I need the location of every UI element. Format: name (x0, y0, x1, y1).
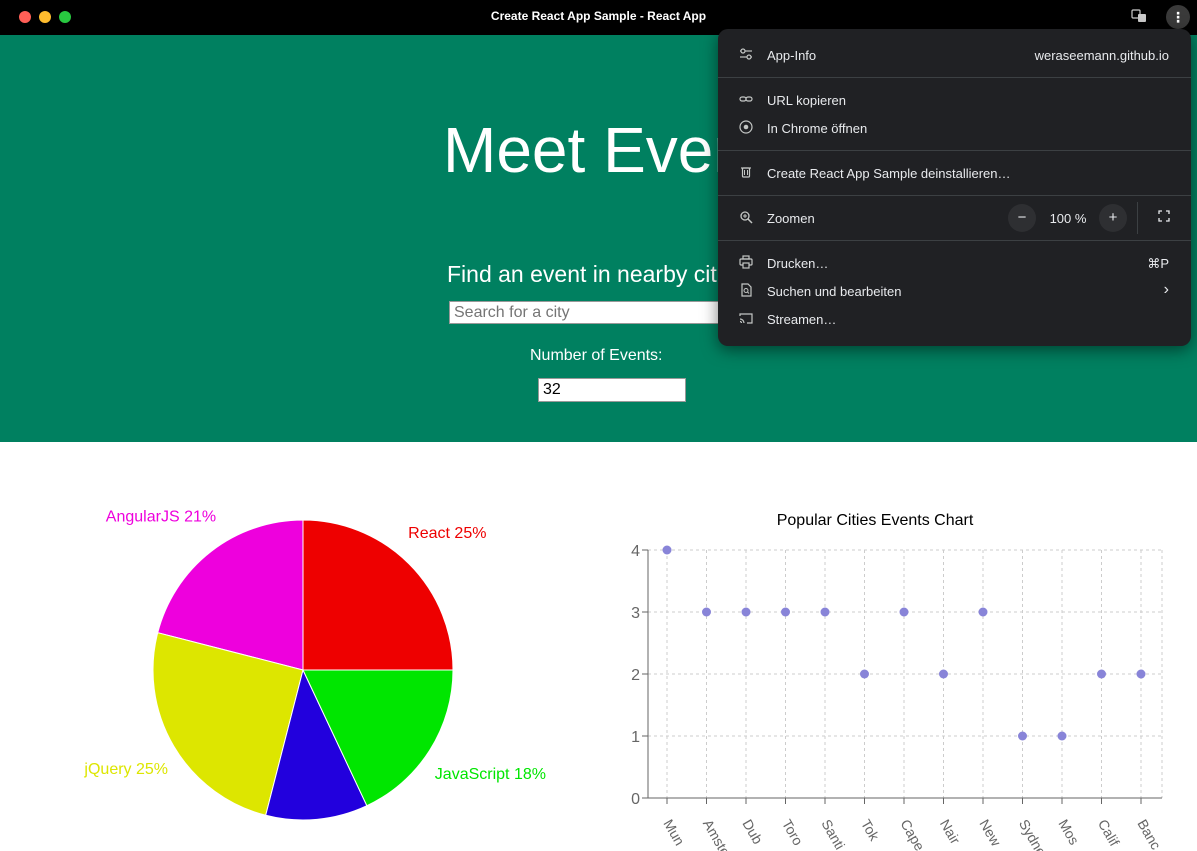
menu-item-zoom: Zoomen − 100 % + (718, 202, 1191, 234)
zoom-level: 100 % (1049, 211, 1087, 226)
x-tick-label: Calif (1095, 817, 1123, 849)
menu-item-print[interactable]: Drucken… ⌘P (718, 249, 1191, 277)
chevron-right-icon: › (1163, 281, 1169, 298)
menu-label: App-Info (767, 48, 817, 63)
scatter-point (781, 607, 790, 617)
zoom-out-button[interactable]: − (1008, 204, 1036, 232)
menu-item-cast[interactable]: Streamen… (718, 305, 1191, 333)
x-tick-label: Mun (660, 817, 687, 849)
search-heading: Find an event in nearby cit (447, 261, 717, 287)
app-menu: App-Info weraseemann.github.io URL kopie… (718, 29, 1191, 346)
menu-divider (718, 240, 1191, 241)
x-tick-label: Mos (1055, 817, 1082, 848)
number-of-events-label: Number of Events: (530, 347, 663, 364)
find-icon (738, 283, 754, 299)
menu-divider (718, 195, 1191, 196)
pie-chart: React 25%AngularJS 21%jQuery 25%Node 11%… (0, 442, 600, 851)
link-icon (738, 92, 754, 108)
pie-chart-svg: React 25%AngularJS 21%jQuery 25%Node 11%… (83, 509, 546, 821)
scatter-chart-svg: Popular Cities Events Chart 0 1 2 3 4 Mun Amste… (631, 512, 1164, 851)
printer-icon (738, 255, 754, 271)
menu-label: In Chrome öffnen (767, 121, 868, 136)
scatter-point (702, 607, 711, 617)
menu-item-uninstall[interactable]: Create React App Sample deinstallieren… (718, 159, 1191, 187)
menu-label: Drucken… (767, 256, 829, 271)
x-tick-label: Amste (700, 817, 734, 851)
menu-divider (718, 77, 1191, 78)
pie-slice-label: React 25% (408, 525, 486, 542)
city-search-input[interactable] (449, 301, 749, 324)
x-tick-label: Tok (858, 817, 883, 845)
y-tick-label: 0 (631, 791, 640, 808)
scatter-point (662, 545, 672, 555)
y-tick-label: 1 (631, 729, 640, 746)
menu-item-find-edit[interactable]: Suchen und bearbeiten › (718, 277, 1191, 305)
menu-item-copy-url[interactable]: URL kopieren (718, 86, 1191, 114)
pie-slice-label: AngularJS 21% (106, 509, 216, 526)
pie-slice (302, 519, 454, 671)
pie-slice-label: JavaScript 18% (435, 766, 546, 783)
scatter-chart: Popular Cities Events Chart 0 1 2 3 4 Mun Amste… (600, 442, 1197, 851)
menu-label: Create React App Sample deinstallieren… (767, 166, 1011, 181)
y-tick-label: 2 (631, 667, 640, 684)
scatter-point (1018, 731, 1027, 741)
app-domain: weraseemann.github.io (1034, 48, 1169, 63)
x-tick-label: New (976, 817, 1004, 850)
scatter-point (1057, 731, 1067, 741)
app-info-icon (738, 47, 754, 63)
x-tick-label: Santi (818, 817, 848, 851)
page-title: Meet Even (443, 114, 749, 186)
chrome-icon (738, 120, 754, 136)
zoom-icon (738, 210, 754, 226)
menu-item-app-info[interactable]: App-Info weraseemann.github.io (718, 41, 1191, 69)
chart-title: Popular Cities Events Chart (777, 512, 974, 529)
y-tick-label: 3 (631, 605, 640, 622)
menu-label: Suchen und bearbeiten (767, 284, 902, 299)
scatter-point (1136, 669, 1146, 679)
pie-slice-label: jQuery 25% (83, 761, 168, 778)
scatter-point (899, 607, 909, 617)
scatter-point (1097, 669, 1106, 679)
menu-item-open-in-chrome[interactable]: In Chrome öffnen (718, 114, 1191, 142)
window-title: Create React App Sample - React App (490, 9, 707, 23)
menu-label: Zoomen (767, 211, 815, 226)
menu-label: Streamen… (767, 312, 837, 327)
number-of-events-input[interactable] (538, 378, 686, 402)
trash-icon (738, 165, 754, 181)
zoom-divider (1137, 202, 1138, 234)
x-tick-label: Dub (739, 817, 766, 847)
translate-icon[interactable] (1130, 8, 1148, 26)
scatter-point (978, 607, 988, 617)
menu-label: URL kopieren (767, 93, 847, 108)
fullscreen-icon[interactable] (1150, 204, 1178, 232)
cast-icon (738, 311, 754, 327)
kebab-menu-icon[interactable]: ⋮ (1166, 5, 1190, 29)
x-tick-label: Nair (937, 817, 964, 848)
scatter-point (860, 669, 869, 679)
zoom-in-button[interactable]: + (1099, 204, 1127, 232)
y-tick-label: 4 (631, 543, 640, 560)
print-shortcut: ⌘P (1147, 256, 1169, 271)
x-tick-label: Sydne (1016, 817, 1050, 851)
x-tick-label: Cape (897, 817, 928, 851)
scatter-point (741, 607, 751, 617)
scatter-point (939, 669, 948, 679)
menu-divider (718, 150, 1191, 151)
scatter-point (820, 607, 830, 617)
x-tick-label: Toro (779, 817, 807, 849)
x-tick-label: Banc (1134, 817, 1164, 851)
